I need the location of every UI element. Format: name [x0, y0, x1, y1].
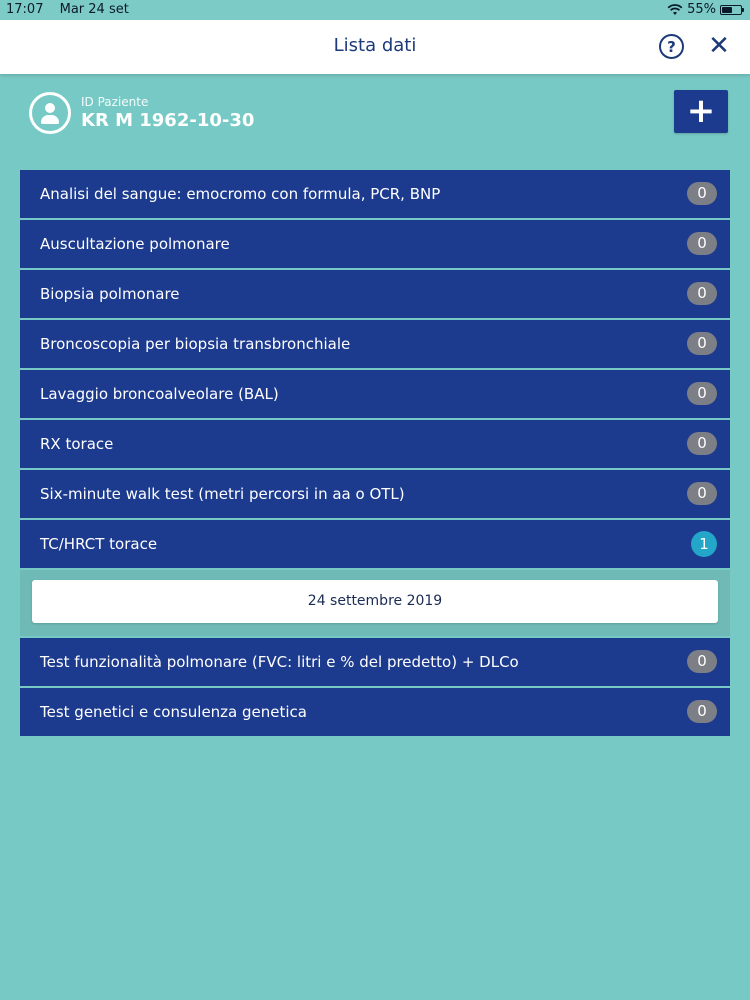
battery-percent: 55% [687, 2, 716, 17]
list-item[interactable]: Six-minute walk test (metri percorsi in … [20, 470, 730, 518]
list-item-label: RX torace [40, 435, 114, 453]
list-item[interactable]: Broncoscopia per biopsia transbronchiale… [20, 320, 730, 368]
status-bar: 17:07 Mar 24 set 55% [0, 0, 750, 20]
entry-date-card[interactable]: 24 settembre 2019 [32, 580, 718, 623]
list-item-label: Biopsia polmonare [40, 285, 180, 303]
count-badge: 1 [691, 531, 717, 557]
count-badge: 0 [687, 650, 717, 673]
list-item[interactable]: Test funzionalità polmonare (FVC: litri … [20, 638, 730, 686]
user-icon [29, 92, 71, 134]
list-item-label: Test funzionalità polmonare (FVC: litri … [40, 653, 519, 671]
list-item[interactable]: Biopsia polmonare 0 [20, 270, 730, 318]
status-date: Mar 24 set [59, 2, 129, 17]
patient-id-label: ID Paziente [81, 95, 149, 109]
battery-icon [720, 4, 744, 15]
list-item[interactable]: RX torace 0 [20, 420, 730, 468]
expanded-entries: 24 settembre 2019 [20, 570, 730, 636]
count-badge: 0 [687, 482, 717, 505]
list-item-label: Analisi del sangue: emocromo con formula… [40, 185, 441, 203]
count-badge: 0 [687, 232, 717, 255]
list-item[interactable]: Auscultazione polmonare 0 [20, 220, 730, 268]
list-item[interactable]: TC/HRCT torace 1 [20, 520, 730, 568]
list-item[interactable]: Analisi del sangue: emocromo con formula… [20, 170, 730, 218]
list-item[interactable]: Lavaggio broncoalveolare (BAL) 0 [20, 370, 730, 418]
count-badge: 0 [687, 700, 717, 723]
add-button[interactable]: + [674, 90, 728, 133]
battery-fill [722, 6, 732, 13]
patient-header: ID Paziente KR M 1962-10-30 [29, 90, 254, 136]
status-time: 17:07 [6, 2, 44, 17]
plus-icon: + [686, 91, 716, 131]
wifi-icon [667, 3, 683, 15]
count-badge: 0 [687, 382, 717, 405]
navigation-bar: Lista dati ? ✕ [0, 20, 750, 74]
patient-id-value: KR M 1962-10-30 [81, 110, 255, 131]
list-item-label: Test genetici e consulenza genetica [40, 703, 307, 721]
close-icon: ✕ [708, 31, 730, 61]
question-icon: ? [667, 37, 676, 56]
count-badge: 0 [687, 332, 717, 355]
list-item-label: Six-minute walk test (metri percorsi in … [40, 485, 405, 503]
count-badge: 0 [687, 282, 717, 305]
list-item-label: Auscultazione polmonare [40, 235, 230, 253]
count-badge: 0 [687, 432, 717, 455]
help-button[interactable]: ? [659, 34, 684, 59]
list-item[interactable]: Test genetici e consulenza genetica 0 [20, 688, 730, 736]
page-title: Lista dati [333, 35, 417, 56]
data-list: Analisi del sangue: emocromo con formula… [20, 170, 730, 738]
list-item-label: TC/HRCT torace [40, 535, 158, 553]
close-button[interactable]: ✕ [706, 32, 732, 60]
list-item-label: Broncoscopia per biopsia transbronchiale [40, 335, 351, 353]
list-item-label: Lavaggio broncoalveolare (BAL) [40, 385, 279, 403]
count-badge: 0 [687, 182, 717, 205]
